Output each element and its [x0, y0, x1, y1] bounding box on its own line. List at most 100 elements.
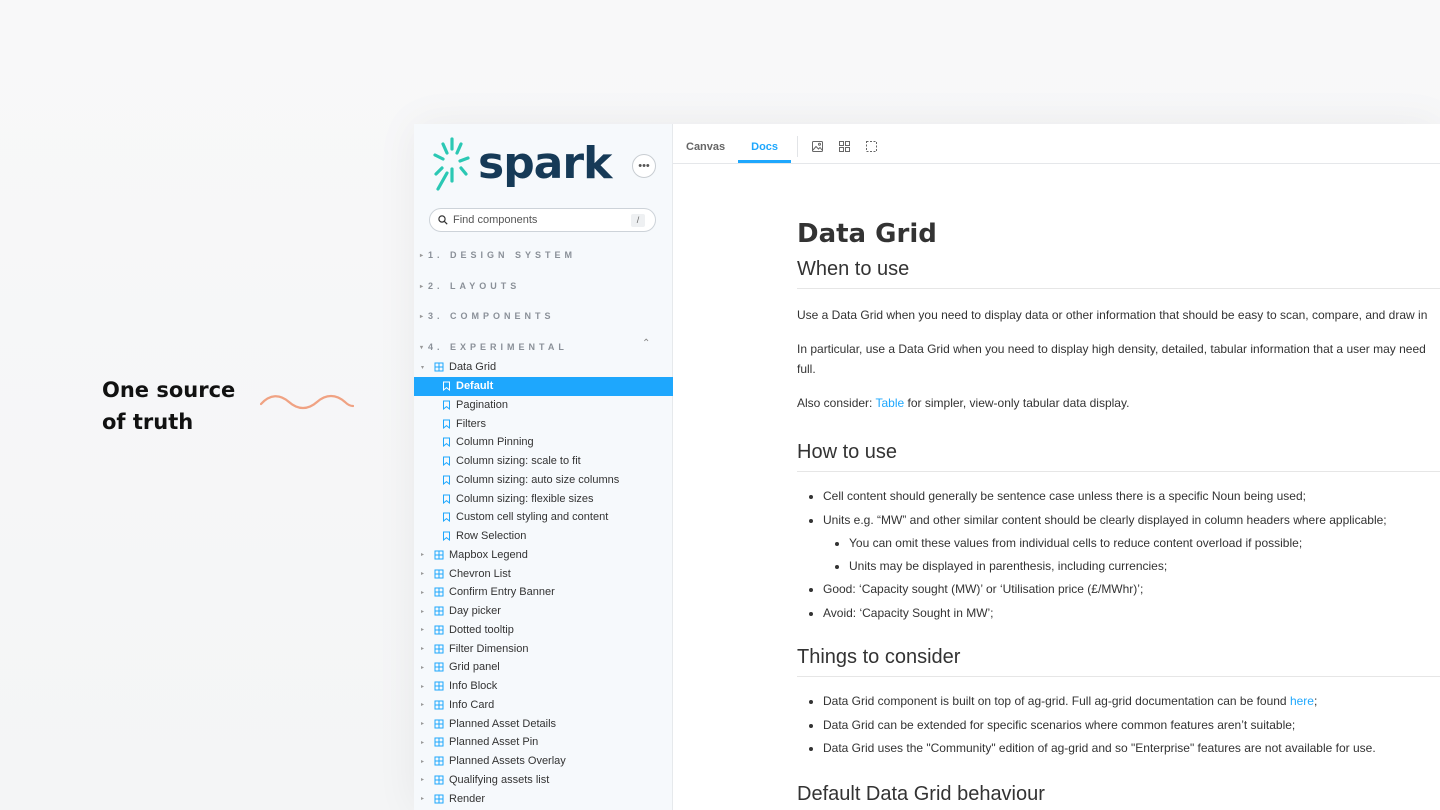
- story-item[interactable]: Column Pinning: [414, 433, 673, 452]
- story-item[interactable]: Pagination: [414, 396, 673, 415]
- section-layouts[interactable]: ▸ 2. LAYOUTS: [420, 279, 520, 293]
- image-icon: [812, 141, 824, 152]
- spark-logo[interactable]: spark: [428, 136, 612, 192]
- component-item[interactable]: ▸ Chevron List: [414, 564, 673, 583]
- image-tool-button[interactable]: [804, 130, 831, 163]
- ag-grid-docs-link[interactable]: here: [1290, 694, 1314, 708]
- expand-collapse-all-icon[interactable]: ⌃: [642, 338, 650, 349]
- component-icon: [434, 719, 444, 729]
- tab-docs[interactable]: Docs: [738, 130, 792, 163]
- story-bookmark-icon: [443, 531, 450, 542]
- component-icon: [434, 550, 444, 560]
- toolbar-divider: [797, 136, 799, 157]
- component-label: Qualifying assets list: [449, 773, 550, 786]
- section-design-system[interactable]: ▸ 1. DESIGN SYSTEM: [420, 248, 576, 262]
- component-icon: [434, 775, 444, 785]
- sidebar-menu-button[interactable]: •••: [632, 154, 656, 178]
- story-item[interactable]: Column sizing: scale to fit: [414, 452, 673, 471]
- collapsed-caret-icon: ▸: [421, 608, 425, 615]
- table-link[interactable]: Table: [876, 396, 905, 410]
- logo-text: spark: [478, 138, 612, 189]
- component-label: Filter Dimension: [449, 642, 529, 655]
- component-item[interactable]: ▸ Render: [414, 789, 673, 808]
- expanded-caret-icon: ▾: [420, 344, 424, 351]
- grid-icon: [839, 141, 851, 152]
- story-item[interactable]: Column sizing: flexible sizes: [414, 489, 673, 508]
- component-item[interactable]: ▸ Day picker: [414, 602, 673, 621]
- collapsed-caret-icon: ▸: [421, 571, 425, 578]
- section-components[interactable]: ▸ 3. COMPONENTS: [420, 309, 555, 323]
- story-bookmark-icon: [443, 437, 450, 448]
- list-item: Avoid: ‘Capacity Sought in MW’;: [797, 602, 1440, 626]
- component-label: Dotted tooltip: [449, 623, 514, 636]
- component-item[interactable]: ▸ Grid panel: [414, 658, 673, 677]
- component-label: Planned Assets Overlay: [449, 755, 566, 768]
- how-to-use-list: Cell content should generally be sentenc…: [797, 485, 1440, 625]
- main-panel: Canvas Docs Data Grid When to use Use a …: [673, 124, 1440, 810]
- tagline-line-1: One source: [102, 378, 236, 402]
- section-label: 2. LAYOUTS: [428, 281, 521, 291]
- story-label: Default: [456, 380, 494, 393]
- collapsed-caret-icon: ▸: [420, 252, 424, 259]
- component-label: Info Block: [449, 680, 498, 693]
- collapsed-caret-icon: ▸: [420, 283, 424, 290]
- section-experimental[interactable]: ▾ 4. EXPERIMENTAL: [420, 340, 568, 354]
- collapsed-caret-icon: ▸: [421, 552, 425, 559]
- story-bookmark-icon: [443, 381, 450, 392]
- component-item[interactable]: ▸ Planned Asset Details: [414, 714, 673, 733]
- component-item[interactable]: ▸ Qualifying assets list: [414, 771, 673, 790]
- tree-item-label: Data Grid: [449, 361, 497, 374]
- component-item[interactable]: ▸ Filter Dimension: [414, 639, 673, 658]
- component-icon: [434, 794, 444, 804]
- storybook-window: spark ••• / ▸ 1. DESIGN SYSTEM ▸ 2. LAYO…: [414, 124, 1440, 810]
- story-bookmark-icon: [443, 494, 450, 504]
- collapsed-caret-icon: ▸: [421, 777, 425, 784]
- expanded-caret-icon: ▾: [421, 364, 425, 371]
- heading-how-to-use: How to use: [797, 437, 1440, 472]
- story-label: Pagination: [456, 398, 508, 411]
- component-icon: [434, 756, 444, 766]
- list-item: Good: ‘Capacity sought (MW)’ or ‘Utilisa…: [797, 578, 1440, 602]
- component-item[interactable]: ▸ Mapbox Legend: [414, 546, 673, 565]
- story-item[interactable]: Custom cell styling and content: [414, 508, 673, 527]
- collapsed-caret-icon: ▸: [421, 646, 425, 653]
- story-item[interactable]: Filters: [414, 414, 673, 433]
- story-label: Row Selection: [456, 530, 527, 543]
- tab-canvas[interactable]: Canvas: [673, 130, 738, 163]
- component-icon: [434, 737, 444, 747]
- heading-when-to-use: When to use: [797, 254, 1440, 289]
- collapsed-caret-icon: ▸: [421, 664, 425, 671]
- story-label: Column sizing: scale to fit: [456, 455, 581, 468]
- search-input[interactable]: [453, 214, 623, 226]
- search-box[interactable]: /: [429, 208, 656, 232]
- component-item[interactable]: ▸ Planned Assets Overlay: [414, 752, 673, 771]
- component-item[interactable]: ▸ Planned Asset Pin: [414, 733, 673, 752]
- collapsed-caret-icon: ▸: [421, 796, 425, 803]
- paragraph-also-consider: Also consider: Table for simpler, view-o…: [797, 393, 1440, 413]
- component-tree: ▾ Data Grid Default Pagination Filters Colu…: [414, 358, 673, 808]
- tree-item-data-grid[interactable]: ▾ Data Grid: [414, 358, 673, 377]
- component-item[interactable]: ▸ Info Block: [414, 677, 673, 696]
- search-shortcut-key: /: [631, 214, 645, 227]
- component-item[interactable]: ▸ Dotted tooltip: [414, 621, 673, 640]
- component-item[interactable]: ▸ Info Card: [414, 696, 673, 715]
- outline-tool-button[interactable]: [858, 130, 885, 163]
- story-item[interactable]: Column sizing: auto size columns: [414, 471, 673, 490]
- grid-tool-button[interactable]: [831, 130, 858, 163]
- docs-content: Data Grid When to use Use a Data Grid wh…: [797, 214, 1440, 810]
- story-item[interactable]: Row Selection: [414, 527, 673, 546]
- paragraph-line: In particular, use a Data Grid when you …: [797, 342, 1426, 356]
- collapsed-caret-icon: ▸: [421, 589, 425, 596]
- story-item[interactable]: Default: [414, 376, 673, 396]
- list-item: Data Grid can be extended for specific s…: [797, 714, 1440, 738]
- component-icon: [434, 587, 444, 597]
- section-label: 1. DESIGN SYSTEM: [428, 250, 577, 260]
- collapsed-caret-icon: ▸: [421, 683, 425, 690]
- story-label: Column sizing: auto size columns: [456, 473, 620, 486]
- component-label: Chevron List: [449, 567, 511, 580]
- story-label: Filters: [456, 417, 486, 430]
- also-consider-prefix: Also consider:: [797, 396, 876, 410]
- component-item[interactable]: ▸ Confirm Entry Banner: [414, 583, 673, 602]
- list-item: Units may be displayed in parenthesis, i…: [797, 555, 1440, 578]
- toolbar: Canvas Docs: [673, 130, 1440, 164]
